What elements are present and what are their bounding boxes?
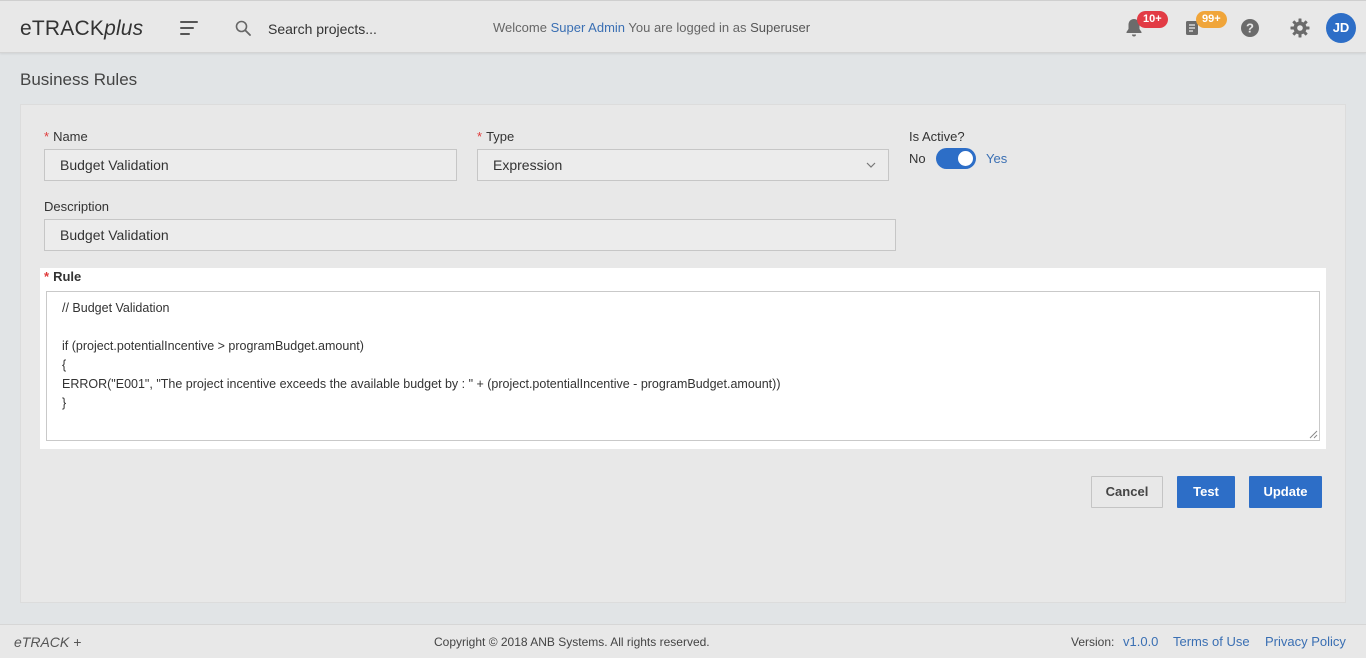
test-button[interactable]: Test — [1177, 476, 1235, 508]
svg-text:?: ? — [1246, 21, 1254, 36]
rule-label: * Rule — [44, 269, 81, 284]
logo-text: eTRACK — [20, 17, 105, 40]
toggle-no-label: No — [909, 151, 926, 166]
rule-editor[interactable]: // Budget Validation if (project.potenti… — [46, 291, 1320, 441]
help-icon[interactable]: ? — [1238, 16, 1262, 40]
update-button[interactable]: Update — [1249, 476, 1322, 508]
chevron-down-icon — [866, 162, 876, 168]
page-title: Business Rules — [20, 70, 138, 89]
welcome-message: Welcome Super Admin You are logged in as… — [493, 20, 810, 35]
logo-plus-text: plus — [104, 17, 144, 40]
gear-icon[interactable] — [1288, 16, 1312, 40]
required-marker: * — [44, 129, 50, 144]
footer: eTRACK + Copyright © 2018 ANB Systems. A… — [0, 624, 1366, 658]
user-role: Superuser — [750, 20, 811, 35]
required-marker: * — [44, 269, 50, 284]
search-input[interactable] — [262, 16, 472, 42]
privacy-link[interactable]: Privacy Policy — [1265, 634, 1346, 649]
name-field[interactable]: Budget Validation — [44, 149, 457, 181]
type-selected-value: Expression — [493, 157, 563, 173]
search-icon — [235, 20, 251, 36]
app-logo[interactable]: eTRACKplus — [20, 17, 143, 41]
active-toggle[interactable] — [936, 148, 976, 169]
toggle-knob — [958, 151, 973, 166]
description-field[interactable]: Budget Validation — [44, 219, 896, 251]
type-label-text: Type — [486, 129, 515, 144]
toggle-yes-label: Yes — [986, 151, 1008, 166]
copyright-text: Copyright © 2018 ANB Systems. All rights… — [434, 635, 710, 649]
type-label: * Type — [477, 129, 514, 144]
notifications-badge: 10+ — [1137, 11, 1168, 28]
type-select[interactable]: Expression — [477, 149, 889, 181]
welcome-prefix: Welcome — [493, 20, 547, 35]
name-label-text: Name — [53, 129, 88, 144]
name-label: * Name — [44, 129, 88, 144]
tasks-badge: 99+ — [1196, 11, 1227, 28]
terms-link[interactable]: Terms of Use — [1173, 634, 1250, 649]
rule-label-text: Rule — [53, 269, 82, 284]
logged-in-text: You are logged in as — [628, 20, 747, 35]
version-label: Version: — [1071, 635, 1115, 649]
description-label: Description — [44, 199, 110, 214]
footer-logo: eTRACK + — [14, 634, 82, 650]
version-link[interactable]: v1.0.0 — [1123, 634, 1158, 649]
resize-grip-icon[interactable] — [1308, 429, 1318, 439]
top-navbar: eTRACKplus Welcome Super Admin You are l… — [0, 0, 1366, 53]
user-name: Super Admin — [550, 20, 626, 35]
avatar[interactable]: JD — [1326, 13, 1356, 43]
cancel-button[interactable]: Cancel — [1091, 476, 1163, 508]
active-label: Is Active? — [909, 129, 965, 144]
required-marker: * — [477, 129, 483, 144]
menu-icon[interactable] — [180, 19, 200, 37]
